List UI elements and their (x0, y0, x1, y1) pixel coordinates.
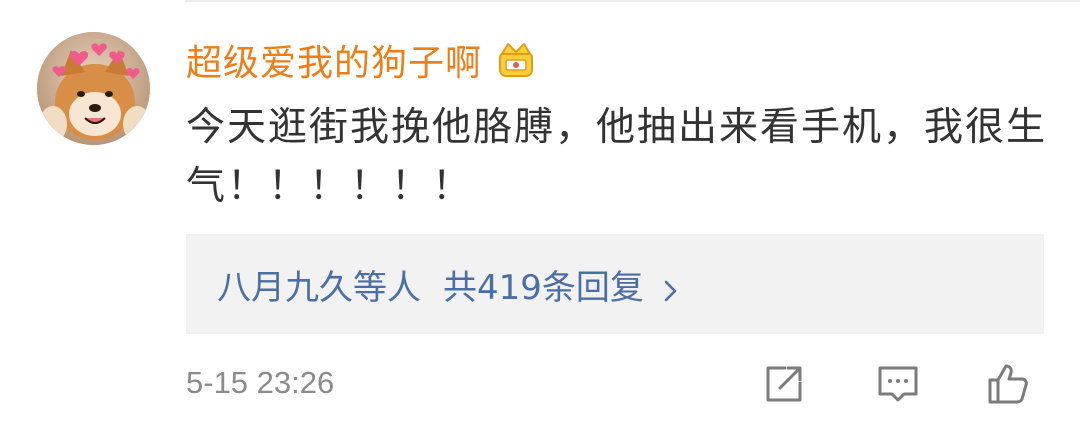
timestamp: 5-15 23:26 (186, 365, 335, 400)
comment-item: 超级爱我的狗子啊 今天逛街我挽他胳膊，他抽出来看手机，我很生气！！！！！！ 八月… (0, 0, 1080, 435)
replies-preview-button[interactable]: 八月九久 等人 共419条回复 (186, 234, 1044, 334)
reply-others-label: 等人 (353, 267, 421, 308)
comment-icon[interactable] (874, 360, 922, 408)
avatar[interactable] (37, 32, 150, 145)
like-icon[interactable] (984, 360, 1032, 408)
shiba-dog-avatar-image (37, 32, 150, 145)
username-row: 超级爱我的狗子啊 (186, 34, 538, 86)
comment-text: 今天逛街我挽他胳膊，他抽出来看手机，我很生气！！！！！！ (186, 105, 1048, 209)
comment-footer: 5-15 23:26 (186, 360, 1046, 410)
chevron-right-icon (658, 272, 682, 302)
reply-user-names[interactable]: 八月九久 (217, 260, 353, 309)
username-link[interactable]: 超级爱我的狗子啊 (186, 34, 482, 86)
divider (185, 0, 1080, 2)
crown-badge-icon[interactable] (494, 38, 538, 82)
share-icon[interactable] (760, 360, 808, 408)
reply-total-count[interactable]: 共419条回复 (443, 260, 644, 309)
